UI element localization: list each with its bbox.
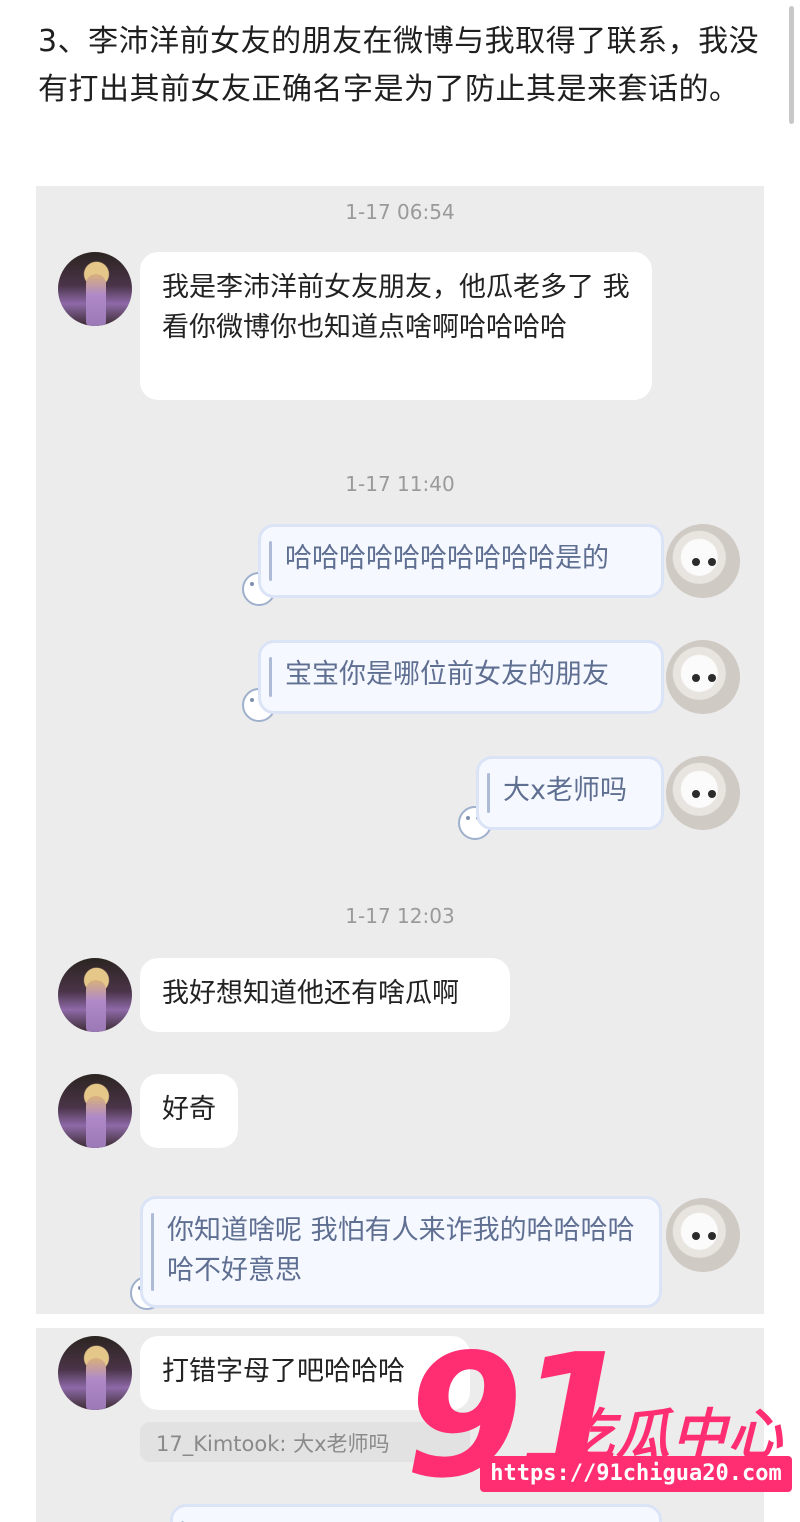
timestamp: 1-17 06:54 <box>345 200 455 224</box>
chat-screenshot-1: 1-17 06:54 我是李沛洋前女友朋友，他瓜老多了 我看你微博你也知道点啥啊… <box>36 186 764 1314</box>
my-avatar[interactable] <box>666 756 740 830</box>
post-caption: 3、李沛洋前女友的朋友在微博与我取得了联系，我没有打出其前女友正确名字是为了防止… <box>38 24 760 107</box>
timestamp: 1-17 11:40 <box>345 472 455 496</box>
message-bubble-sent: 你知道啥呢 我怕有人来诈我的哈哈哈哈哈不好意思 <box>140 1196 662 1308</box>
my-avatar[interactable] <box>666 524 740 598</box>
friend-avatar[interactable] <box>58 252 132 326</box>
message-bubble-received: 好奇 <box>140 1074 238 1148</box>
friend-avatar[interactable] <box>58 1336 132 1410</box>
message-bubble-sent: 宝宝你是哪位前女友的朋友 <box>258 640 664 714</box>
friend-avatar[interactable] <box>58 1074 132 1148</box>
timestamp: 1-17 12:03 <box>345 904 455 928</box>
watermark-url: https://91chigua20.com <box>480 1456 792 1492</box>
friend-avatar[interactable] <box>58 958 132 1032</box>
message-bubble-received: 我好想知道他还有啥瓜啊 <box>140 958 510 1032</box>
screenshot-divider <box>0 1314 800 1328</box>
message-bubble-sent: 哈哈哈哈哈哈哈哈哈哈是的 <box>258 524 664 598</box>
my-avatar[interactable] <box>666 1198 740 1272</box>
scrollbar[interactable] <box>789 6 794 124</box>
message-bubble-sent: 大x老师吗 <box>476 756 664 830</box>
message-bubble-received: 我是李沛洋前女友朋友，他瓜老多了 我看你微博你也知道点啥啊哈哈哈哈 <box>140 252 652 400</box>
my-avatar[interactable] <box>666 640 740 714</box>
